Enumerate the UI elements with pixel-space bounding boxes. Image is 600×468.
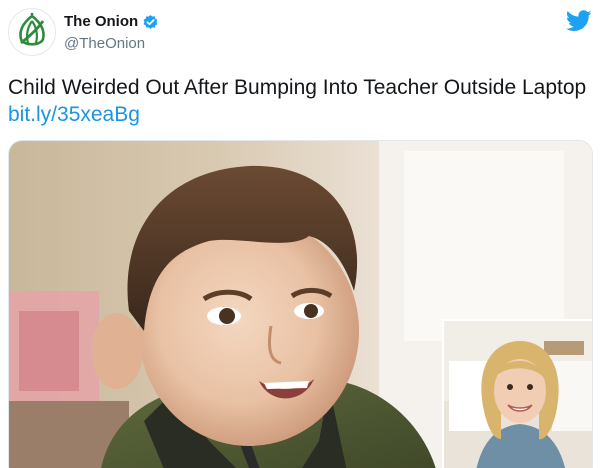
tweet-header: The Onion @TheOnion [0, 0, 600, 64]
account-names: The Onion @TheOnion [64, 12, 159, 54]
onion-logo-icon [19, 13, 45, 46]
display-name[interactable]: The Onion [64, 12, 138, 32]
avatar[interactable] [8, 8, 56, 56]
verified-badge-icon [143, 14, 158, 29]
photo-teacher-video-call [444, 321, 592, 468]
tweet-body: Child Weirded Out After Bumping Into Tea… [8, 76, 587, 99]
twitter-bird-icon[interactable] [566, 10, 592, 32]
display-name-row[interactable]: The Onion [64, 12, 159, 32]
tweet-link[interactable]: bit.ly/35xeaBg [8, 103, 140, 126]
video-call-inset [442, 319, 592, 468]
tweet-text: Child Weirded Out After Bumping Into Tea… [8, 74, 592, 128]
tweet-media[interactable] [8, 140, 593, 468]
handle[interactable]: @TheOnion [64, 34, 159, 54]
